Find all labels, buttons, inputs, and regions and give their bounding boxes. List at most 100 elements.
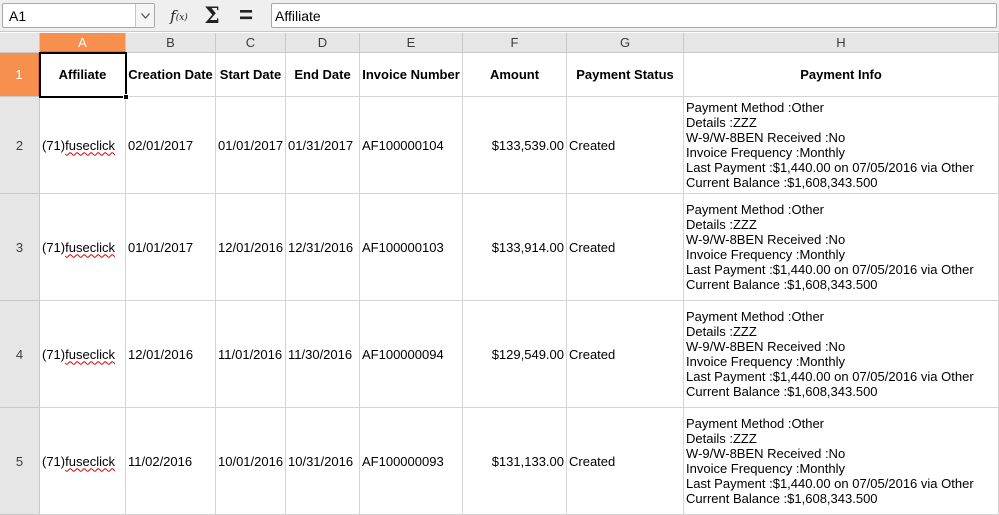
- affiliate-name: fuseclick: [65, 137, 115, 153]
- header-cell-text: Affiliate: [58, 67, 107, 82]
- affiliate-name: fuseclick: [65, 239, 115, 255]
- payment-info-line: Details :ZZZ: [686, 431, 757, 446]
- invoice-number-cell[interactable]: AF100000104: [360, 97, 463, 194]
- payment-info-line: Details :ZZZ: [686, 115, 757, 130]
- invoice-number-cell[interactable]: AF100000093: [360, 408, 463, 515]
- column-header-g[interactable]: G: [567, 33, 684, 53]
- end-date-text: 12/31/2016: [288, 239, 354, 255]
- select-all-corner[interactable]: [0, 33, 40, 53]
- formula-input-value[interactable]: Affiliate: [275, 8, 321, 24]
- payment-info-line: W-9/W-8BEN Received :No: [686, 232, 846, 247]
- header-cell-text: End Date: [294, 67, 351, 82]
- payment-info-cell[interactable]: Payment Method :Other Details :ZZZ W-9/W-8…: [684, 408, 999, 515]
- header-cell-f[interactable]: Amount: [463, 53, 567, 97]
- start-date-cell[interactable]: 11/01/2016: [216, 301, 286, 408]
- creation-date-cell[interactable]: 11/02/2016: [126, 408, 216, 515]
- affiliate-name: fuseclick: [65, 453, 115, 469]
- start-date-cell[interactable]: 12/01/2016: [216, 194, 286, 301]
- amount-cell[interactable]: $133,539.00: [463, 97, 567, 194]
- header-cell-c[interactable]: Start Date: [216, 53, 286, 97]
- creation-date-text: 02/01/2017: [128, 137, 194, 153]
- start-date-cell[interactable]: 10/01/2016: [216, 408, 286, 515]
- header-cell-e[interactable]: Invoice Number: [360, 53, 463, 97]
- affiliate-id: (71): [42, 453, 66, 469]
- payment-info-cell[interactable]: Payment Method :Other Details :ZZZ W-9/W-8…: [684, 97, 999, 194]
- creation-date-text: 12/01/2016: [128, 346, 194, 362]
- affiliate-cell[interactable]: (71) fuseclick: [40, 301, 126, 408]
- amount-text: $133,539.00: [491, 137, 564, 153]
- row-header-1[interactable]: 1: [0, 53, 40, 97]
- name-box-dropdown-button[interactable]: [135, 4, 154, 27]
- formula-input[interactable]: Affiliate: [271, 3, 997, 28]
- amount-cell[interactable]: $133,914.00: [463, 194, 567, 301]
- payment-info-line: Payment Method :Other: [686, 309, 825, 324]
- creation-date-cell[interactable]: 01/01/2017: [126, 194, 216, 301]
- creation-date-text: 11/02/2016: [128, 453, 193, 469]
- header-cell-g[interactable]: Payment Status: [567, 53, 684, 97]
- payment-info-line: W-9/W-8BEN Received :No: [686, 339, 846, 354]
- end-date-cell[interactable]: 10/31/2016: [286, 408, 360, 515]
- affiliate-cell[interactable]: (71) fuseclick: [40, 97, 126, 194]
- column-header-h[interactable]: H: [684, 33, 999, 53]
- affiliate-cell[interactable]: (71) fuseclick: [40, 408, 126, 515]
- function-wizard-icon[interactable]: f (x): [166, 4, 192, 28]
- start-date-text: 10/01/2016: [218, 453, 284, 469]
- row-header-5[interactable]: 5: [0, 408, 40, 515]
- payment-info-line: Current Balance :$1,608,343.500: [686, 175, 878, 190]
- end-date-cell[interactable]: 11/30/2016: [286, 301, 360, 408]
- payment-info-line: Invoice Frequency :Monthly: [686, 145, 845, 160]
- payment-info-cell[interactable]: Payment Method :Other Details :ZZZ W-9/W-8…: [684, 301, 999, 408]
- amount-text: $133,914.00: [491, 239, 564, 255]
- column-header-c[interactable]: C: [216, 33, 286, 53]
- sum-icon[interactable]: Σ: [199, 3, 225, 29]
- payment-status-cell[interactable]: Created: [567, 97, 684, 194]
- payment-info-cell[interactable]: Payment Method :Other Details :ZZZ W-9/W-8…: [684, 194, 999, 301]
- affiliate-id: (71): [42, 137, 66, 153]
- affiliate-cell[interactable]: (71) fuseclick: [40, 194, 126, 301]
- end-date-text: 01/31/2017: [288, 137, 354, 153]
- row-header-2[interactable]: 2: [0, 97, 40, 194]
- column-header-d[interactable]: D: [286, 33, 360, 53]
- column-header-f[interactable]: F: [463, 33, 567, 53]
- column-header-a[interactable]: A: [40, 33, 126, 53]
- payment-info-line: Payment Method :Other: [686, 202, 825, 217]
- name-box[interactable]: A1: [2, 3, 155, 28]
- payment-status-cell[interactable]: Created: [567, 301, 684, 408]
- payment-status-text: Created: [569, 239, 616, 255]
- payment-info-line: Details :ZZZ: [686, 324, 757, 339]
- column-header-b[interactable]: B: [126, 33, 216, 53]
- fill-handle[interactable]: [123, 94, 129, 100]
- formula-equals-icon[interactable]: =: [233, 2, 259, 29]
- column-header-e[interactable]: E: [360, 33, 463, 53]
- payment-status-cell[interactable]: Created: [567, 194, 684, 301]
- spreadsheet-grid: A B C D E F G H 1 2 3 4 5 Affiliate Creation Date Start…: [0, 33, 999, 515]
- start-date-text: 12/01/2016: [218, 239, 284, 255]
- invoice-number-cell[interactable]: AF100000103: [360, 194, 463, 301]
- payment-status-text: Created: [569, 346, 616, 362]
- payment-status-cell[interactable]: Created: [567, 408, 684, 515]
- end-date-text: 10/31/2016: [288, 453, 354, 469]
- payment-info-line: Invoice Frequency :Monthly: [686, 461, 845, 476]
- amount-cell[interactable]: $131,133.00: [463, 408, 567, 515]
- header-cell-text: Payment Status: [576, 67, 674, 82]
- start-date-cell[interactable]: 01/01/2017: [216, 97, 286, 194]
- affiliate-id: (71): [42, 239, 66, 255]
- header-cell-text: Payment Info: [800, 67, 882, 82]
- amount-cell[interactable]: $129,549.00: [463, 301, 567, 408]
- row-header-4[interactable]: 4: [0, 301, 40, 408]
- end-date-cell[interactable]: 01/31/2017: [286, 97, 360, 194]
- header-cell-h[interactable]: Payment Info: [684, 53, 999, 97]
- name-box-value[interactable]: A1: [9, 8, 26, 24]
- payment-info-line: Last Payment :$1,440.00 on 07/05/2016 vi…: [686, 160, 974, 175]
- payment-info-line: Current Balance :$1,608,343.500: [686, 277, 878, 292]
- header-cell-a[interactable]: Affiliate: [40, 53, 126, 97]
- header-cell-text: Creation Date: [128, 67, 213, 82]
- invoice-number-cell[interactable]: AF100000094: [360, 301, 463, 408]
- creation-date-cell[interactable]: 02/01/2017: [126, 97, 216, 194]
- creation-date-cell[interactable]: 12/01/2016: [126, 301, 216, 408]
- payment-status-text: Created: [569, 137, 616, 153]
- row-header-3[interactable]: 3: [0, 194, 40, 301]
- header-cell-d[interactable]: End Date: [286, 53, 360, 97]
- end-date-cell[interactable]: 12/31/2016: [286, 194, 360, 301]
- header-cell-b[interactable]: Creation Date: [126, 53, 216, 97]
